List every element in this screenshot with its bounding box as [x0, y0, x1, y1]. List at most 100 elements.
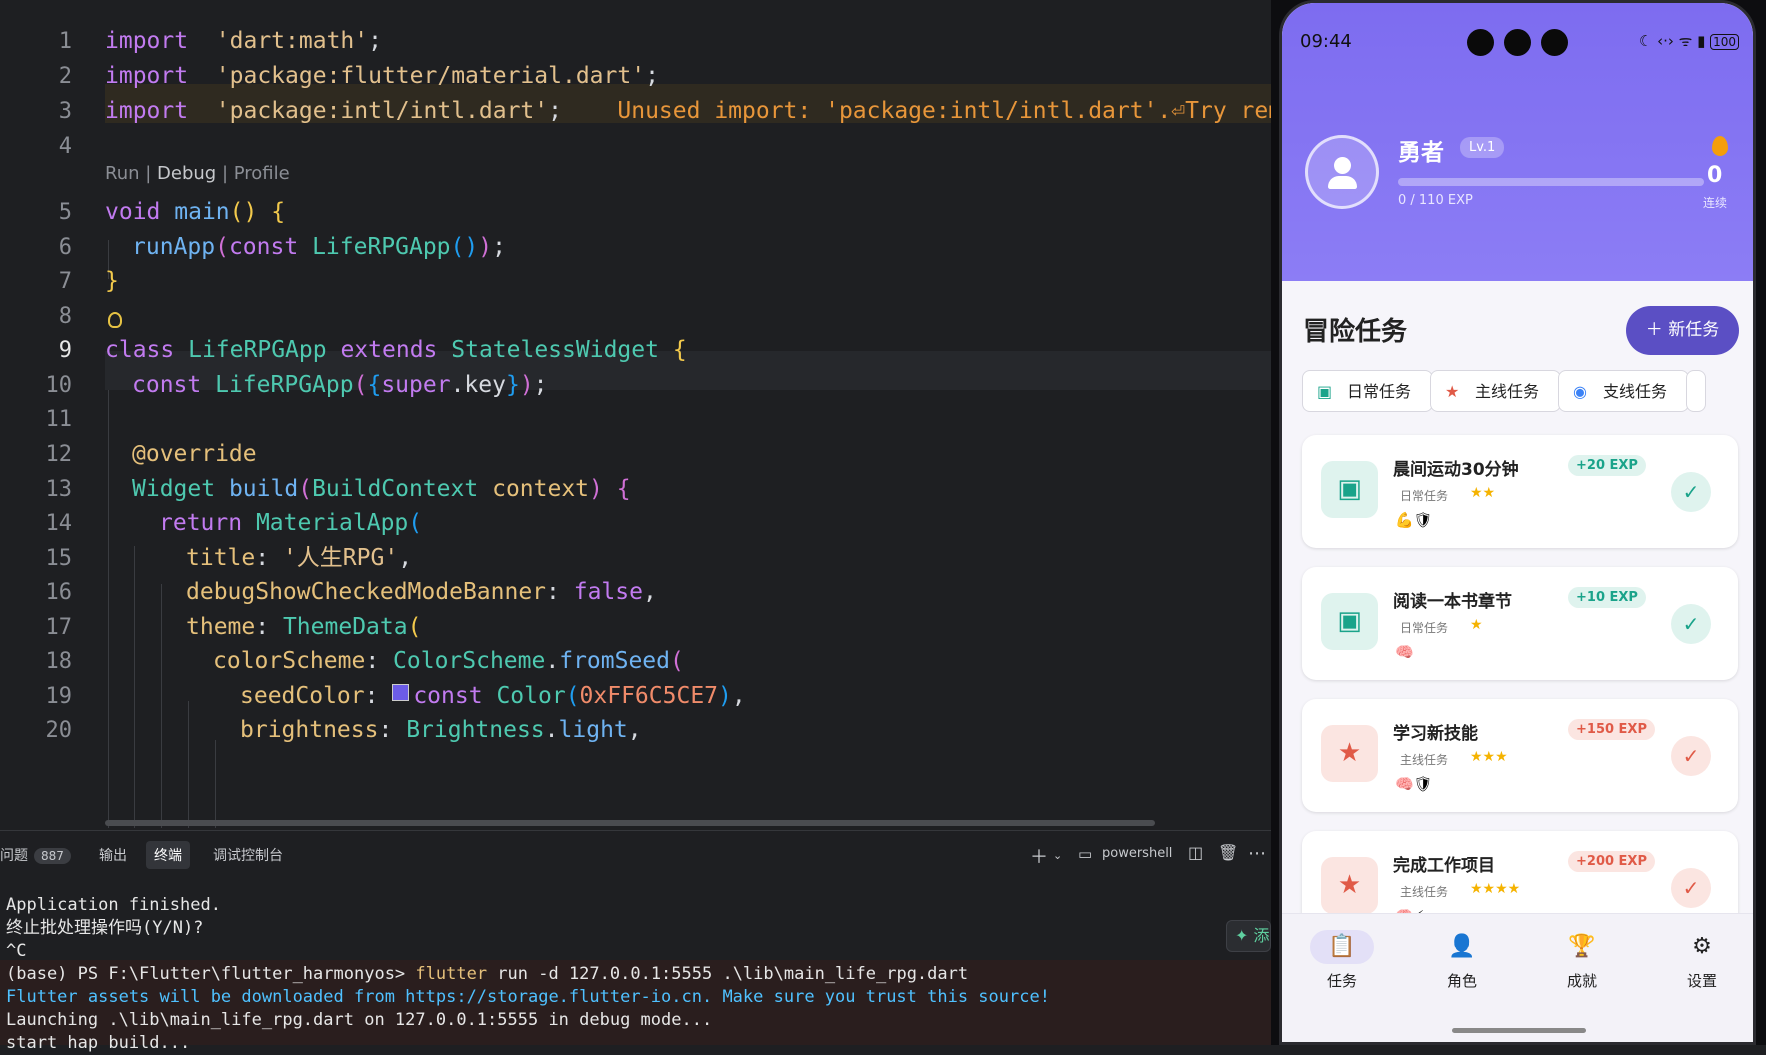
- code-token: 0xFF6C5CE7: [579, 683, 719, 709]
- terminal-command: flutter: [415, 964, 488, 984]
- exp-badge: +150 EXP: [1568, 719, 1655, 740]
- code-token: brightness: [240, 717, 379, 743]
- exp-badge: +10 EXP: [1568, 587, 1646, 608]
- split-icon[interactable]: ◫: [1188, 843, 1203, 862]
- code-token: seedColor: [240, 683, 365, 709]
- code-line[interactable]: 14 return MaterialApp(: [0, 504, 1271, 543]
- code-token: theme: [186, 614, 256, 640]
- code-token: ColorScheme: [393, 648, 546, 674]
- terminal-line: 终止批处理操作吗(Y/N)?: [6, 918, 204, 938]
- shell-name[interactable]: powershell: [1102, 846, 1172, 861]
- code-line[interactable]: 11: [0, 400, 1271, 439]
- more-icon[interactable]: ⋯: [1248, 843, 1266, 864]
- codelens: Run | Debug | Profile: [105, 163, 290, 184]
- horizontal-scrollbar[interactable]: [105, 820, 1155, 826]
- line-number: 3: [58, 99, 72, 124]
- nav-item[interactable]: 🏆 成就: [1542, 930, 1622, 991]
- trash-icon[interactable]: 🗑: [1218, 843, 1238, 862]
- filter-chip[interactable]: ◉ 支线任务: [1558, 370, 1689, 412]
- plus-icon[interactable]: ＋: [1030, 843, 1048, 869]
- code-line[interactable]: 16 debugShowCheckedModeBanner: false,: [0, 573, 1271, 612]
- status-icons: ☾ ‹·› ᯤ ▮ 100: [1639, 31, 1739, 51]
- complete-check-button[interactable]: ✓: [1671, 736, 1711, 776]
- code-line[interactable]: 1 import 'dart:math';: [0, 22, 1271, 61]
- tab-problems[interactable]: 问题 887: [0, 845, 71, 865]
- streak-count: 0: [1707, 163, 1723, 188]
- nav-label: 任务: [1326, 972, 1357, 990]
- code-line[interactable]: 18 colorScheme: ColorScheme.fromSeed(: [0, 642, 1271, 681]
- filter-chip[interactable]: [1686, 370, 1706, 412]
- code-token: }: [505, 372, 520, 398]
- nav-label: 设置: [1686, 972, 1717, 990]
- quest-card[interactable]: ▣ 阅读一本书章节 日常任务 ★ 🧠 +10 EXP ✓: [1302, 567, 1738, 680]
- code-token: ): [478, 234, 493, 260]
- difficulty-stars: ★★★★: [1470, 881, 1521, 897]
- avatar[interactable]: [1305, 135, 1379, 209]
- terminal-args: run -d 127.0.0.1:5555 .\lib\main_life_rp…: [487, 964, 969, 984]
- streak-label: 连续: [1703, 196, 1728, 210]
- code-text: colorScheme: ColorScheme.fromSeed(: [213, 642, 684, 681]
- code-token: const: [132, 372, 202, 398]
- nav-item[interactable]: 👤 角色: [1422, 930, 1502, 991]
- code-token: ThemeData: [282, 614, 408, 640]
- line-number: 5: [58, 200, 72, 225]
- code-token: (: [408, 510, 423, 536]
- codelens-debug[interactable]: Debug: [157, 163, 216, 184]
- filter-chip-label: 主线任务: [1475, 382, 1540, 401]
- code-token: fromSeed: [559, 648, 670, 674]
- calendar-icon: ▣: [1321, 461, 1378, 518]
- filter-chip[interactable]: ▣ 日常任务: [1302, 370, 1433, 412]
- code-line[interactable]: 2 import 'package:flutter/material.dart';: [0, 57, 1271, 96]
- exp-text: 0 / 110 EXP: [1398, 193, 1473, 208]
- quest-card[interactable]: ★ 学习新技能 主线任务 ★★★ 🧠🛡 +150 EXP ✓: [1302, 699, 1738, 812]
- code-line[interactable]: 9 class LifeRPGApp extends StatelessWidge…: [0, 331, 1271, 370]
- tab-output[interactable]: 输出: [99, 845, 127, 865]
- complete-check-button[interactable]: ✓: [1671, 472, 1711, 512]
- code-token: (): [229, 199, 258, 225]
- exp-badge: +20 EXP: [1568, 455, 1646, 476]
- code-line[interactable]: 3 import 'package:intl/intl.dart'; Unused…: [0, 92, 1271, 131]
- difficulty-stars: ★★★: [1470, 749, 1508, 765]
- terminal-output[interactable]: Application finished. 终止批处理操作吗(Y/N)? ^C (ba…: [6, 894, 1050, 1055]
- nav-item[interactable]: 📋 任务: [1302, 930, 1382, 991]
- codelens-run[interactable]: Run: [105, 163, 140, 184]
- code-token: 'package:intl/intl.dart': [215, 98, 549, 124]
- code-line[interactable]: 20 brightness: Brightness.light,: [0, 711, 1271, 750]
- nav-item[interactable]: ⚙ 设置: [1662, 930, 1742, 991]
- code-token: {: [271, 199, 286, 225]
- tab-debug-console[interactable]: 调试控制台: [213, 845, 283, 865]
- complete-check-button[interactable]: ✓: [1671, 868, 1711, 908]
- filter-chip[interactable]: ★ 主线任务: [1430, 370, 1561, 412]
- code-token: :: [365, 648, 394, 674]
- code-token: (: [407, 614, 422, 640]
- compass-icon: ◉: [1573, 382, 1587, 401]
- code-token: .: [545, 648, 560, 674]
- code-token: }: [105, 268, 119, 294]
- color-swatch[interactable]: [392, 684, 410, 701]
- add-context-button[interactable]: ✦ 添: [1226, 920, 1271, 952]
- tab-terminal[interactable]: 终端: [146, 841, 190, 869]
- code-line[interactable]: 12 @override: [0, 435, 1271, 474]
- code-line[interactable]: 5 void main() {: [0, 193, 1271, 232]
- complete-check-button[interactable]: ✓: [1671, 604, 1711, 644]
- new-task-button[interactable]: ＋ 新任务: [1626, 306, 1739, 355]
- code-token: false: [573, 579, 643, 605]
- code-token: {: [616, 476, 631, 502]
- star-icon: ★: [1321, 857, 1378, 914]
- code-line[interactable]: 4: [0, 127, 1271, 166]
- quest-card[interactable]: ▣ 晨间运动30分钟 日常任务 ★★ 💪🛡 +20 EXP ✓: [1302, 435, 1738, 548]
- code-token: LifeRPGApp: [215, 372, 354, 398]
- code-token: LifeRPGApp: [188, 337, 327, 363]
- code-editor[interactable]: Run | Debug | Profile 1 import 'dart:math…: [0, 0, 1271, 828]
- code-line[interactable]: 7}: [0, 262, 1271, 301]
- filter-chip-label: 支线任务: [1603, 382, 1668, 401]
- chevron-down-icon[interactable]: ⌄: [1053, 849, 1062, 862]
- codelens-profile[interactable]: Profile: [234, 163, 290, 184]
- terminal-line: start hap build...: [6, 1033, 191, 1053]
- new-task-label: 新任务: [1668, 320, 1720, 340]
- home-indicator[interactable]: [1452, 1028, 1586, 1033]
- line-number: 9: [58, 338, 72, 363]
